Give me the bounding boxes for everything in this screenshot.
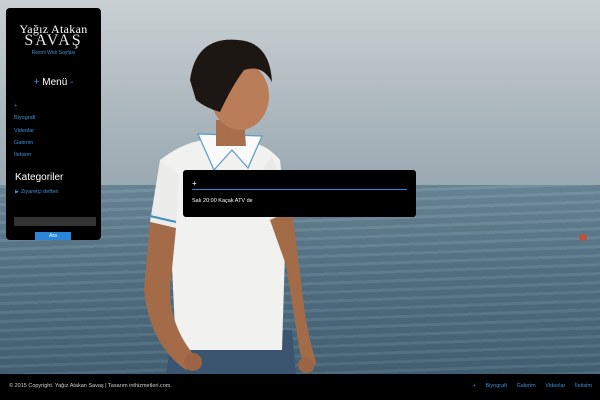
menu-title: + Menü -	[6, 77, 101, 88]
menu-title-label: Menü	[42, 77, 68, 88]
sidebar: Yağız Atakan SAVAŞ Resmi Web Sayfası + M…	[6, 8, 101, 240]
footer-link-iletisim[interactable]: İletisim	[575, 383, 592, 389]
logo-name-last: SAVAŞ	[24, 32, 83, 49]
footer: © 2015 Copyright. Yağız Atakan Savaş | T…	[0, 374, 600, 400]
logo-tagline: Resmi Web Sayfası	[31, 50, 76, 56]
category-link-guestbook[interactable]: ▶ Ziyaretçi defteri	[15, 189, 58, 195]
post-panel: + Salı 20:00 Kaçak ATV de	[183, 170, 416, 217]
footer-link-galerim[interactable]: Galerim	[516, 383, 535, 389]
footer-copyright: © 2015 Copyright. Yağız Atakan Savaş | T…	[9, 383, 172, 389]
search-button[interactable]: Ara	[35, 232, 71, 240]
footer-link-videolar[interactable]: Videolar	[545, 383, 565, 389]
footer-link-home[interactable]: +	[473, 383, 476, 389]
triangle-right-icon: ▶	[15, 189, 19, 195]
search-input[interactable]	[14, 217, 96, 226]
sidebar-nav: + Biyografi Videolar Galerim İletisim	[14, 100, 96, 161]
category-link-label: Ziyaretçi defteri	[20, 189, 59, 195]
footer-link-biyografi[interactable]: Biyografi	[486, 383, 507, 389]
sidebar-item-iletisim[interactable]: İletisim	[14, 149, 96, 161]
sidebar-item-home[interactable]: +	[14, 100, 96, 112]
post-plus-icon: +	[192, 179, 197, 188]
menu-minus-icon: -	[70, 77, 74, 88]
footer-links: + Biyografi Galerim Videolar İletisim	[465, 383, 592, 389]
sidebar-item-videolar[interactable]: Videolar	[14, 125, 96, 137]
categories-title: Kategoriler	[15, 172, 64, 183]
sidebar-item-biyografi[interactable]: Biyografi	[14, 112, 96, 124]
menu-plus-icon: +	[33, 77, 40, 88]
post-text: Salı 20:00 Kaçak ATV de	[192, 198, 253, 204]
sidebar-item-galerim[interactable]: Galerim	[14, 137, 96, 149]
post-divider	[192, 189, 407, 190]
